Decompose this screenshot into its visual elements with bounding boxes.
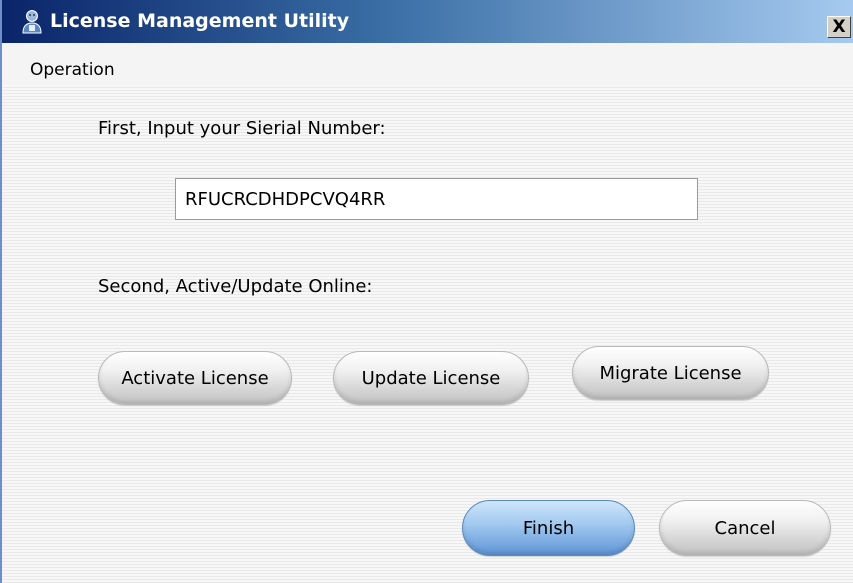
finish-button[interactable]: Finish (462, 500, 635, 556)
serial-number-input[interactable] (175, 178, 698, 220)
menu-item-operation[interactable]: Operation (30, 60, 115, 80)
license-window: License Management Utility X Operation F… (0, 0, 853, 583)
activate-license-button[interactable]: Activate License (98, 351, 292, 405)
window-title: License Management Utility (50, 10, 350, 32)
update-license-button[interactable]: Update License (333, 351, 529, 405)
close-button[interactable]: X (827, 16, 851, 38)
online-activation-label: Second, Active/Update Online: (98, 276, 373, 297)
close-icon: X (832, 16, 846, 37)
serial-number-label: First, Input your Sierial Number: (98, 118, 386, 139)
menu-bar: Operation (2, 43, 853, 86)
person-key-icon (20, 9, 44, 35)
title-bar[interactable]: License Management Utility X (2, 0, 853, 43)
cancel-button[interactable]: Cancel (659, 500, 831, 556)
migrate-license-button[interactable]: Migrate License (572, 346, 769, 400)
